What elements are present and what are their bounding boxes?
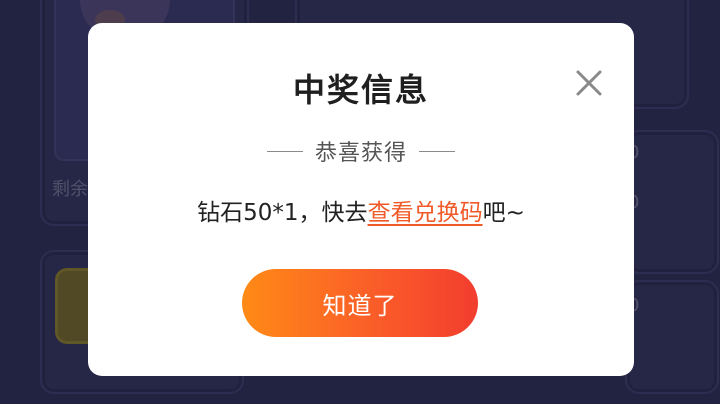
- confirm-button[interactable]: 知道了: [242, 269, 478, 337]
- close-button[interactable]: [574, 68, 604, 98]
- divider-right: [419, 150, 455, 152]
- dialog-title: 中奖信息: [292, 71, 429, 109]
- message-suffix: 吧~: [482, 200, 525, 226]
- close-icon: [576, 70, 602, 96]
- message-prefix: 钻石50*1，快去: [197, 200, 368, 226]
- prize-info-dialog: 中奖信息 恭喜获得 钻石50*1，快去查看兑换码吧~ 知道了: [88, 23, 634, 376]
- view-redeem-code-link[interactable]: 查看兑换码: [368, 200, 483, 226]
- dialog-subtitle: 恭喜获得: [314, 141, 407, 166]
- divider-left: [266, 150, 303, 152]
- prize-message: 钻石50*1，快去查看兑换码吧~: [88, 193, 634, 227]
- subtitle-row: 恭喜获得: [88, 135, 634, 167]
